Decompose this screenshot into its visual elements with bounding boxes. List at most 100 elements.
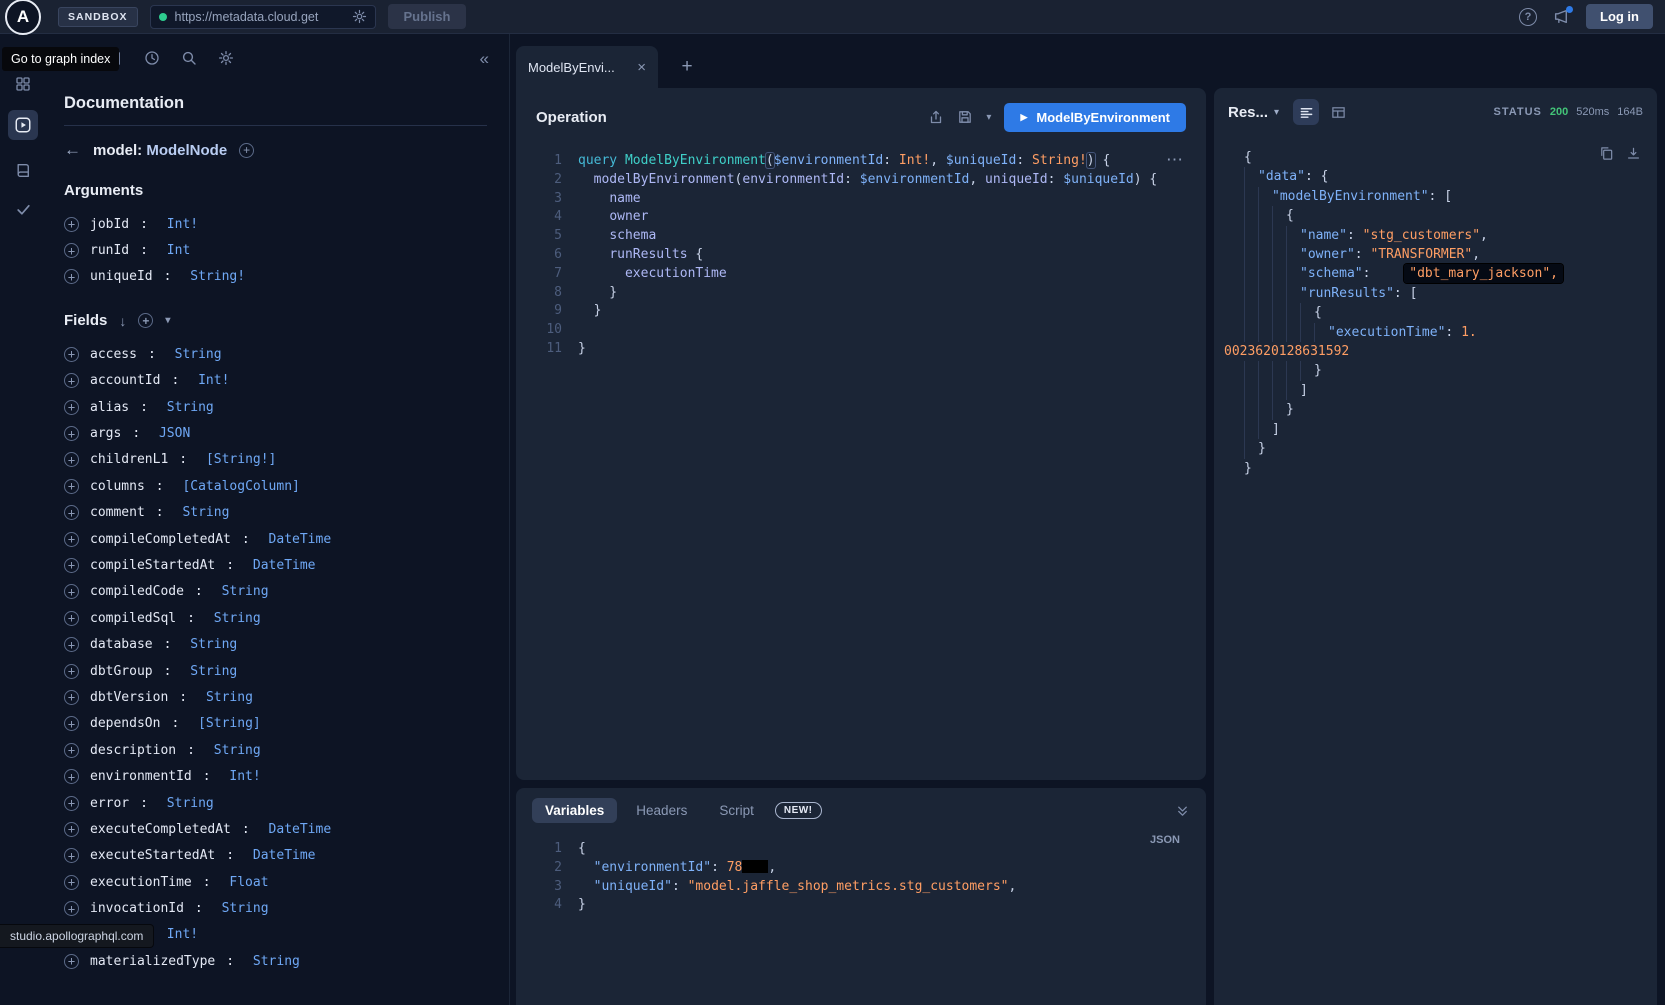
field-type-link[interactable]: String [214,743,261,758]
add-to-operation-icon[interactable]: + [64,532,79,547]
argument-row[interactable]: +jobId: Int! [64,211,487,237]
add-to-operation-icon[interactable]: + [64,479,79,494]
tab-script[interactable]: Script [706,798,767,823]
close-tab-icon[interactable]: × [637,60,646,75]
save-icon[interactable] [957,109,973,125]
add-to-operation-icon[interactable]: + [64,743,79,758]
add-to-operation-icon[interactable]: + [64,373,79,388]
field-row[interactable]: +compileCompletedAt: DateTime [64,526,487,552]
download-response-icon[interactable] [1626,146,1641,161]
field-type-link[interactable]: String [190,637,237,652]
collapse-variables-icon[interactable] [1175,803,1190,818]
share-icon[interactable] [928,109,944,125]
field-row[interactable]: +executeCompletedAt: DateTime [64,816,487,842]
field-type-link[interactable]: Int [167,243,190,258]
field-row[interactable]: +args: JSON [64,420,487,446]
response-dropdown-caret-icon[interactable]: ▾ [1274,107,1279,118]
argument-row[interactable]: +uniqueId: String! [64,264,487,290]
field-row[interactable]: +childrenL1: [String!] [64,447,487,473]
argument-row[interactable]: +runId: Int [64,237,487,263]
add-to-operation-icon[interactable]: + [64,637,79,652]
field-row[interactable]: +invocationId: String [64,895,487,921]
announcements-megaphone-icon[interactable] [1553,8,1570,25]
add-to-operation-icon[interactable]: + [64,664,79,679]
field-row[interactable]: +dbtVersion: String [64,684,487,710]
add-to-operation-icon[interactable]: + [64,875,79,890]
add-to-operation-icon[interactable]: + [64,269,79,284]
add-to-operation-icon[interactable]: + [64,505,79,520]
add-to-operation-icon[interactable]: + [64,769,79,784]
field-type-link[interactable]: String [214,611,261,626]
field-row[interactable]: +alias: String [64,394,487,420]
editor-overflow-menu-icon[interactable]: ⋯ [1166,150,1184,170]
field-type-link[interactable]: [String!] [206,452,276,467]
field-type-link[interactable]: Int! [167,217,198,232]
save-options-caret-icon[interactable]: ▾ [986,112,991,123]
add-to-operation-icon[interactable]: + [64,558,79,573]
field-row[interactable]: +comment: String [64,500,487,526]
field-type-link[interactable]: String [222,901,269,916]
add-to-operation-icon[interactable]: + [64,716,79,731]
add-to-operation-icon[interactable]: + [64,347,79,362]
field-type-link[interactable]: DateTime [269,822,332,837]
field-type-link[interactable]: String [167,796,214,811]
help-icon[interactable]: ? [1519,8,1537,26]
tab-variables[interactable]: Variables [532,798,617,823]
login-button[interactable]: Log in [1586,4,1653,29]
new-tab-icon[interactable]: + [674,54,700,80]
field-type-link[interactable]: [CatalogColumn] [182,479,299,494]
add-to-operation-icon[interactable]: + [64,848,79,863]
field-type-link[interactable]: String [190,664,237,679]
raw-view-icon[interactable] [1293,99,1319,125]
field-row[interactable]: +dbtGroup: String [64,658,487,684]
field-type-link[interactable]: Int! [229,769,260,784]
explorer-settings-gear-icon[interactable] [218,50,234,66]
run-operation-button[interactable]: ▶ ModelByEnvironment [1004,103,1186,132]
copy-response-icon[interactable] [1599,146,1614,161]
add-to-operation-icon[interactable]: + [64,243,79,258]
field-row[interactable]: +executionTime: Float [64,869,487,895]
sort-fields-icon[interactable]: ↓ [119,313,126,329]
add-to-operation-icon[interactable]: + [64,954,79,969]
add-to-operation-icon[interactable]: + [64,217,79,232]
checks-icon[interactable] [15,201,32,218]
field-type-link[interactable]: Int! [167,927,198,942]
field-row[interactable]: +columns: [CatalogColumn] [64,473,487,499]
field-type-link[interactable]: String [182,505,229,520]
explorer-play-icon[interactable] [8,110,38,140]
field-row[interactable]: +accountId: Int! [64,368,487,394]
field-type-link[interactable]: String [206,690,253,705]
add-to-operation-icon[interactable]: + [64,584,79,599]
field-row[interactable]: +compiledSql: String [64,605,487,631]
apollo-logo[interactable]: A [5,0,41,35]
add-to-operation-icon[interactable]: + [64,400,79,415]
field-type-link[interactable]: String [222,584,269,599]
field-row[interactable]: +compiledCode: String [64,579,487,605]
add-to-operation-icon[interactable]: + [64,822,79,837]
search-icon[interactable] [181,50,197,66]
tab-headers[interactable]: Headers [623,798,700,823]
field-row[interactable]: +database: String [64,631,487,657]
graph-index-grid-icon[interactable] [15,76,31,92]
add-to-operation-icon[interactable]: + [64,611,79,626]
table-view-icon[interactable] [1325,99,1351,125]
field-type-link[interactable]: DateTime [253,848,316,863]
field-row[interactable]: +environmentId: Int! [64,763,487,789]
field-type-link[interactable]: String! [190,269,245,284]
field-row[interactable]: +dependsOn: [String] [64,711,487,737]
add-to-operation-icon[interactable]: + [64,901,79,916]
field-type-link[interactable]: String [253,954,300,969]
field-type-link[interactable]: Float [229,875,268,890]
add-fields-caret-icon[interactable]: ▾ [165,315,170,326]
field-type-link[interactable]: DateTime [269,532,332,547]
back-arrow-icon[interactable]: ← [64,140,81,160]
publish-button[interactable]: Publish [388,4,467,29]
operation-tab[interactable]: ModelByEnvi... × [516,46,658,88]
add-all-fields-icon[interactable]: + [138,313,153,328]
schema-book-icon[interactable] [15,162,32,179]
add-to-operation-icon[interactable]: + [64,452,79,467]
field-type-link[interactable]: Int! [198,373,229,388]
field-type-link[interactable]: [String] [198,716,261,731]
field-row[interactable]: +description: String [64,737,487,763]
add-to-operation-icon[interactable]: + [64,690,79,705]
